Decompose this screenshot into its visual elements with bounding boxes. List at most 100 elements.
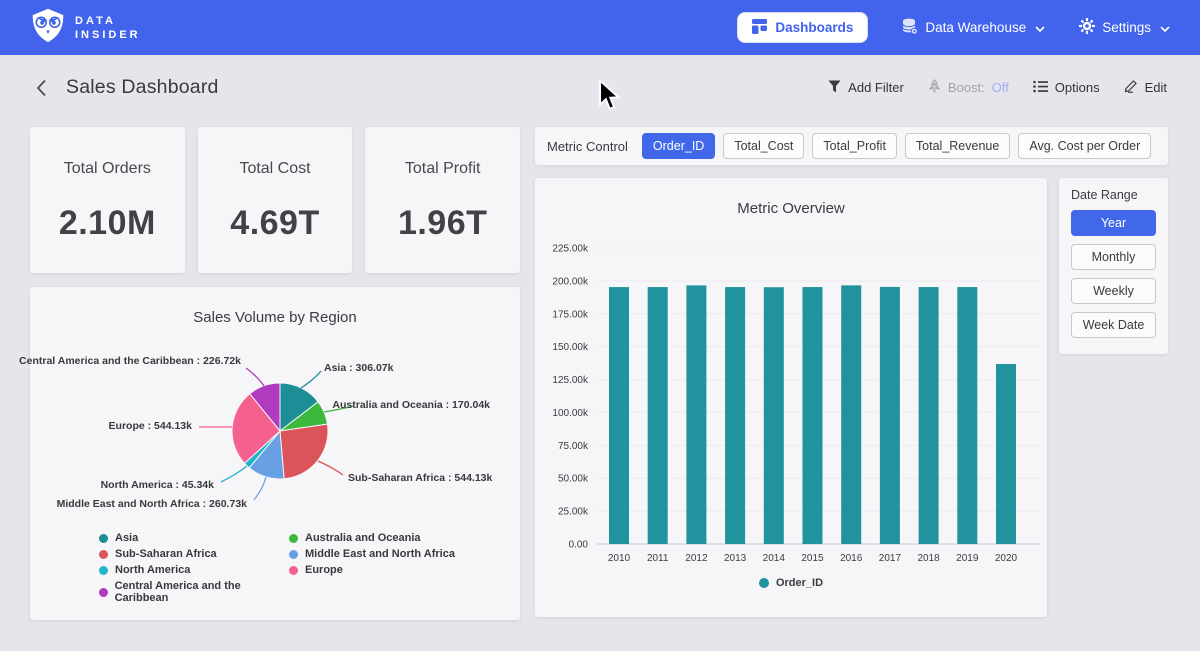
boost-state: Off (992, 80, 1009, 95)
pencil-icon (1124, 79, 1138, 96)
legend-dot (289, 550, 298, 559)
list-icon (1033, 80, 1048, 96)
pie-label-europe: Europe : 544.13k (109, 420, 192, 432)
date-range-weekly-button[interactable]: Weekly (1071, 278, 1156, 304)
kpi-label: Total Orders (64, 160, 151, 178)
pie-legend-item[interactable]: Australia and Oceania (289, 532, 455, 544)
pie-legend-column: Asia Sub-Saharan Africa North America Centr… (99, 532, 289, 604)
gear-icon (1079, 18, 1095, 37)
bar-2013[interactable] (725, 287, 745, 544)
kpi-label: Total Profit (405, 160, 481, 178)
bar-chart-legend[interactable]: Order_ID (535, 577, 1047, 589)
add-filter-button[interactable]: Add Filter (828, 80, 904, 96)
metric-chip-total-revenue[interactable]: Total_Revenue (905, 133, 1010, 159)
pie-legend-item[interactable]: Central America and the Caribbean (99, 580, 289, 604)
date-range-monthly-button[interactable]: Monthly (1071, 244, 1156, 270)
settings-label: Settings (1102, 20, 1151, 35)
pie-legend-item[interactable]: Sub-Saharan Africa (99, 548, 289, 560)
bar-2017[interactable] (880, 287, 900, 544)
y-tick-label: 75.00k (558, 441, 589, 452)
pie-chart-title: Sales Volume by Region (30, 287, 520, 326)
back-button[interactable] (30, 77, 52, 99)
edit-label: Edit (1145, 80, 1167, 95)
pie-legend-item[interactable]: Middle East and North Africa (289, 548, 455, 560)
options-button[interactable]: Options (1033, 80, 1100, 96)
pie-slice-2[interactable] (280, 424, 328, 479)
edit-button[interactable]: Edit (1124, 79, 1167, 96)
bar-2012[interactable] (686, 285, 706, 544)
bar-2014[interactable] (764, 287, 784, 544)
chevron-down-icon (1160, 20, 1170, 35)
dashboards-button[interactable]: Dashboards (737, 12, 868, 43)
y-tick-label: 150.00k (552, 342, 589, 353)
kpi-value: 1.96T (398, 204, 487, 243)
brand[interactable]: DATA INSIDER (30, 6, 141, 49)
y-tick-label: 25.00k (558, 507, 589, 518)
x-tick-label: 2011 (647, 553, 669, 564)
header-actions: Add Filter Boost: Off (828, 79, 1167, 96)
pie-label-australia: Australia and Oceania : 170.04k (332, 399, 490, 411)
pie-legend-item[interactable]: North America (99, 564, 289, 576)
legend-dot (99, 534, 108, 543)
kpi-card-total-profit: Total Profit 1.96T (365, 127, 520, 273)
legend-label: Sub-Saharan Africa (115, 548, 217, 560)
add-filter-label: Add Filter (848, 80, 904, 95)
kpi-card-total-cost: Total Cost 4.69T (198, 127, 353, 273)
date-range-year-button[interactable]: Year (1071, 210, 1156, 236)
bar-chart: 0.0025.00k50.00k75.00k100.00k125.00k150.… (535, 178, 1047, 617)
page-title: Sales Dashboard (66, 76, 219, 99)
y-tick-label: 175.00k (552, 309, 589, 320)
options-label: Options (1055, 80, 1100, 95)
brand-text: DATA INSIDER (75, 14, 141, 42)
boost-toggle[interactable]: Boost: Off (928, 79, 1009, 96)
x-tick-label: 2018 (917, 553, 940, 564)
y-tick-label: 50.00k (558, 474, 589, 485)
y-tick-label: 0.00 (569, 540, 589, 551)
x-tick-label: 2010 (608, 553, 631, 564)
metric-control-bar: Metric Control Order_ID Total_Cost Total… (535, 127, 1168, 165)
x-tick-label: 2017 (879, 553, 902, 564)
bar-2011[interactable] (648, 287, 668, 544)
kpi-value: 4.69T (230, 204, 319, 243)
bar-2020[interactable] (996, 364, 1016, 544)
x-tick-label: 2014 (763, 553, 786, 564)
pie-legend-item[interactable]: Asia (99, 532, 289, 544)
pie-label-north-america: North America : 45.34k (101, 479, 214, 491)
legend-dot (289, 566, 298, 575)
x-tick-label: 2016 (840, 553, 863, 564)
bar-2015[interactable] (803, 287, 823, 544)
rocket-icon (928, 79, 941, 96)
data-warehouse-menu[interactable]: Data Warehouse (902, 18, 1045, 38)
dashboards-icon (752, 19, 767, 37)
y-tick-label: 100.00k (552, 408, 589, 419)
bar-2016[interactable] (841, 285, 861, 544)
legend-label: Asia (115, 532, 138, 544)
metric-chip-total-profit[interactable]: Total_Profit (812, 133, 897, 159)
pie-label-sub-saharan: Sub-Saharan Africa : 544.13k (348, 472, 492, 484)
date-range-label: Date Range (1071, 188, 1156, 202)
bar-2018[interactable] (919, 287, 939, 544)
date-range-week-date-button[interactable]: Week Date (1071, 312, 1156, 338)
legend-label: Europe (305, 564, 343, 576)
pie-leader-line (318, 461, 343, 475)
y-tick-label: 225.00k (552, 244, 589, 255)
pie-legend-item[interactable]: Europe (289, 564, 455, 576)
kpi-card-total-orders: Total Orders 2.10M (30, 127, 185, 273)
metric-chip-order-id[interactable]: Order_ID (642, 133, 715, 159)
kpi-row: Total Orders 2.10M Total Cost 4.69T Tota… (30, 127, 520, 273)
settings-menu[interactable]: Settings (1079, 18, 1170, 37)
x-tick-label: 2012 (685, 553, 708, 564)
data-warehouse-label: Data Warehouse (925, 20, 1026, 35)
bar-2019[interactable] (957, 287, 977, 544)
legend-dot (99, 588, 108, 597)
boost-label: Boost: (948, 80, 985, 95)
metric-chip-avg-cost-per-order[interactable]: Avg. Cost per Order (1018, 133, 1151, 159)
pie-chart-area: Central America and the Caribbean : 226.… (30, 330, 520, 530)
pie-legend-column: Australia and Oceania Middle East and Nor… (289, 532, 455, 604)
metric-chip-total-cost[interactable]: Total_Cost (723, 133, 804, 159)
metric-control-label: Metric Control (547, 139, 628, 154)
pie-legend: Asia Sub-Saharan Africa North America Centr… (99, 532, 455, 604)
pie-label-asia: Asia : 306.07k (324, 362, 393, 374)
top-navbar: DATA INSIDER Dashboards (0, 0, 1200, 55)
bar-2010[interactable] (609, 287, 629, 544)
